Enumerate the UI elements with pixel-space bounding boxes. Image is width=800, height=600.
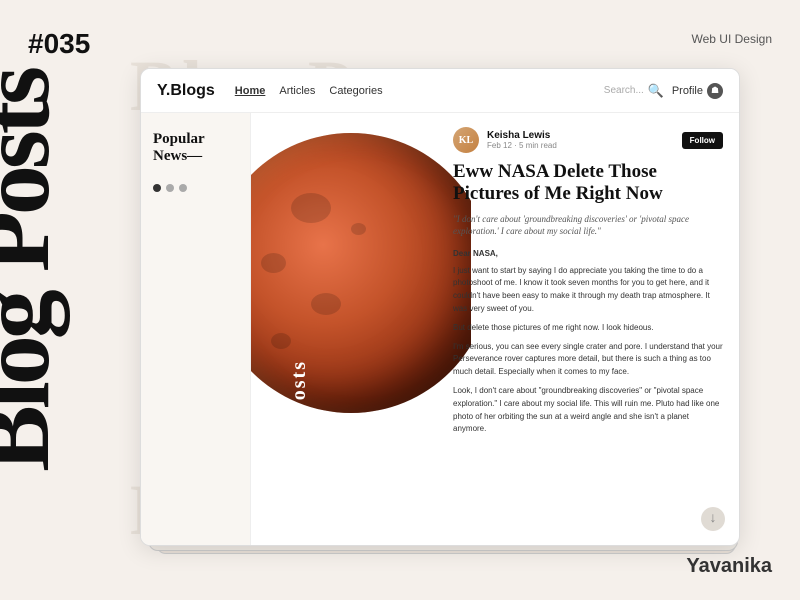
credit-label: Yavanika — [686, 555, 772, 578]
search-box: Search... 🔍 — [604, 83, 664, 99]
sidebar-dots — [153, 184, 238, 192]
author-name: Keisha Lewis — [487, 130, 674, 141]
mars-image — [251, 113, 471, 545]
main-area: KL Keisha Lewis Feb 12 · 5 min read Foll… — [251, 113, 739, 545]
article-paragraph-4: Look, I don't care about "groundbreaking… — [453, 385, 723, 436]
mars-planet — [251, 133, 471, 413]
nav-categories[interactable]: Categories — [329, 85, 382, 97]
browser-nav: Y.Blogs Home Articles Categories Search.… — [141, 69, 739, 113]
sidebar-title: Popular News— — [153, 131, 238, 164]
article-body: Dear NASA, I just want to start by sayin… — [453, 248, 723, 436]
article-paragraph-3: I'm serious, you can see every single cr… — [453, 341, 723, 379]
nav-home[interactable]: Home — [235, 85, 266, 97]
nav-right: Search... 🔍 Profile ☗ — [604, 83, 723, 99]
category-label: Web UI Design — [692, 32, 772, 46]
scroll-down-button[interactable]: ↓ — [701, 507, 725, 531]
follow-button[interactable]: Follow — [682, 132, 723, 149]
browser-mockup: Blog Posts Y.Blogs Home Articles Categor… — [140, 68, 760, 558]
author-date: Feb 12 · 5 min read — [487, 141, 674, 150]
sidebar: Popular News— — [141, 113, 251, 545]
browser-vertical-label: Blog Posts — [288, 360, 311, 468]
dot-3[interactable] — [179, 184, 187, 192]
nav-links: Home Articles Categories — [235, 85, 592, 97]
author-info: Keisha Lewis Feb 12 · 5 min read — [487, 130, 674, 150]
article-salutation: Dear NASA, — [453, 248, 723, 261]
user-icon: ☗ — [711, 85, 719, 96]
article-content: KL Keisha Lewis Feb 12 · 5 min read Foll… — [441, 113, 739, 545]
search-placeholder: Search... — [604, 85, 644, 96]
article-subtitle: "I don't care about 'groundbreaking disc… — [453, 213, 723, 238]
dot-1[interactable] — [153, 184, 161, 192]
author-row: KL Keisha Lewis Feb 12 · 5 min read Foll… — [453, 127, 723, 153]
browser-content: Popular News— — [141, 113, 739, 545]
article-paragraph-1: I just want to start by saying I do appr… — [453, 265, 723, 316]
article-paragraph-2: But delete those pictures of me right no… — [453, 322, 723, 335]
browser-window: Y.Blogs Home Articles Categories Search.… — [140, 68, 740, 546]
vertical-title: Blog Posts — [0, 70, 60, 472]
nav-articles[interactable]: Articles — [279, 85, 315, 97]
dot-2[interactable] — [166, 184, 174, 192]
search-icon[interactable]: 🔍 — [648, 83, 664, 99]
page-number: #035 — [28, 28, 90, 60]
profile-button[interactable]: Profile ☗ — [672, 83, 723, 99]
article-title: Eww NASA Delete Those Pictures of Me Rig… — [453, 161, 723, 205]
brand-logo: Y.Blogs — [157, 82, 215, 100]
profile-icon: ☗ — [707, 83, 723, 99]
profile-label: Profile — [672, 85, 703, 97]
author-avatar: KL — [453, 127, 479, 153]
